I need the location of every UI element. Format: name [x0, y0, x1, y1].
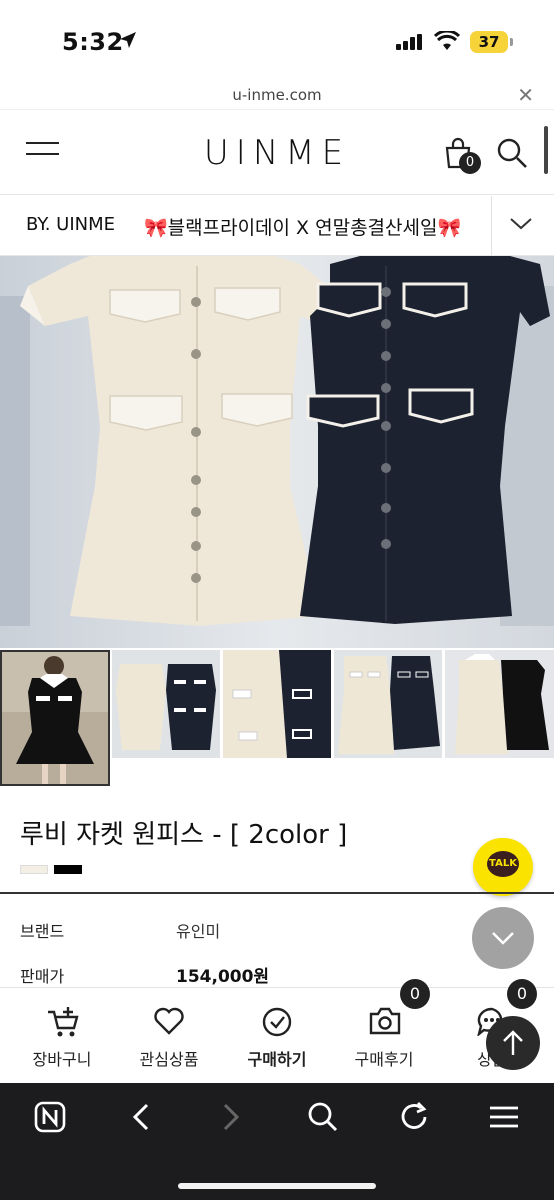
product-main-image[interactable]: [0, 256, 554, 648]
kakao-talk-button[interactable]: TALK: [473, 838, 533, 896]
cart-label: 장바구니: [32, 1050, 92, 1069]
color-swatch-cream[interactable]: [20, 865, 48, 874]
forward-arrow-icon[interactable]: [220, 1101, 242, 1133]
cellular-signal-icon: [396, 34, 422, 50]
category-divider: [491, 196, 492, 256]
arrow-up-icon: [503, 1030, 523, 1055]
product-action-bar: 장바구니 관심상품 구매하기 구매후기 상품: [0, 987, 554, 1083]
brand-category-label[interactable]: BY. UINME: [26, 214, 115, 235]
product-title: 루비 자켓 원피스 - [ 2color ]: [20, 820, 348, 850]
scroll-to-top-button[interactable]: [486, 1016, 540, 1070]
buy-now-label: 구매하기: [247, 1050, 307, 1069]
back-arrow-icon[interactable]: [130, 1101, 152, 1133]
thumbnail-1[interactable]: [0, 650, 110, 786]
price-value: 154,000원: [176, 967, 270, 987]
location-arrow-icon: [120, 32, 136, 48]
url-text[interactable]: u-inme.com: [0, 86, 554, 104]
camera-icon: [369, 1007, 401, 1035]
search-icon[interactable]: [496, 137, 528, 169]
brand-value: 유인미: [176, 922, 221, 941]
info-divider: [0, 892, 554, 894]
buy-now-button[interactable]: 구매하기: [222, 988, 332, 1084]
category-bar: BY. UINME 🎀블랙프라이데이 X 연말총결산세일🎀: [0, 196, 554, 256]
color-swatch-black[interactable]: [54, 865, 82, 874]
battery-indicator: 37: [470, 31, 513, 53]
wifi-icon: [434, 31, 460, 50]
thumbnail-3[interactable]: [223, 650, 331, 758]
menu-lines-icon[interactable]: [488, 1101, 520, 1133]
cart-count-badge: 0: [459, 152, 481, 174]
scroll-down-button[interactable]: [472, 907, 534, 969]
talk-label: TALK: [487, 851, 519, 877]
close-icon[interactable]: ✕: [517, 83, 534, 107]
reviews-label: 구매후기: [354, 1050, 414, 1069]
wishlist-button[interactable]: 관심상품: [114, 988, 224, 1084]
chevron-down-icon: [492, 932, 514, 945]
search-icon[interactable]: [307, 1101, 339, 1133]
thumbnail-2[interactable]: [112, 650, 220, 758]
price-label: 판매가: [20, 967, 65, 986]
naver-home-icon[interactable]: [34, 1101, 66, 1133]
check-circle-icon: [262, 1007, 292, 1037]
status-bar: 5:32 37: [0, 0, 554, 80]
qna-count-badge: 0: [507, 979, 537, 1009]
cart-plus-icon: [48, 1007, 79, 1037]
heart-icon: [154, 1007, 184, 1035]
scrollbar-thumb[interactable]: [544, 126, 548, 174]
home-indicator: [178, 1183, 376, 1189]
chevron-down-icon[interactable]: [508, 214, 534, 232]
reviews-count-badge: 0: [400, 979, 430, 1009]
refresh-icon[interactable]: [398, 1101, 430, 1133]
brand-label: 브랜드: [20, 922, 65, 941]
url-bar[interactable]: u-inme.com ✕: [0, 80, 554, 110]
add-to-cart-button[interactable]: 장바구니: [7, 988, 117, 1084]
wishlist-label: 관심상품: [139, 1050, 199, 1069]
thumbnail-5[interactable]: [445, 650, 554, 758]
status-time: 5:32: [62, 28, 124, 56]
thumbnail-4[interactable]: [334, 650, 442, 758]
promo-category-label[interactable]: 🎀블랙프라이데이 X 연말총결산세일🎀: [144, 213, 461, 240]
thumbnail-strip: [0, 648, 554, 786]
